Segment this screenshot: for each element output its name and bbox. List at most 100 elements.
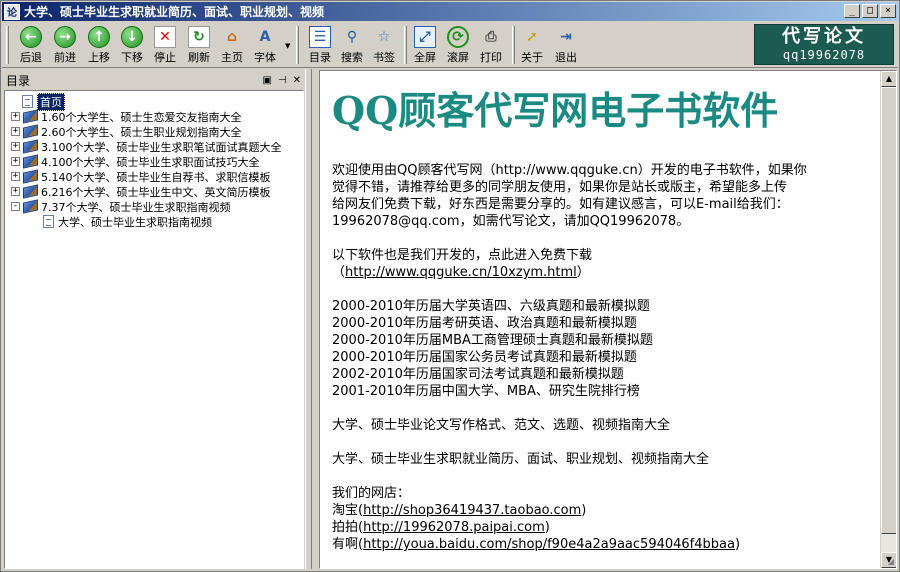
- window-controls: _ □ ×: [844, 4, 896, 18]
- back-arrow-icon: ←: [20, 26, 42, 48]
- software-item[interactable]: 2001-2010年历届中国大学、MBA、研究生院排行榜: [332, 383, 880, 400]
- tree-item-book-3[interactable]: + 3.100个大学、硕士毕业生求职笔试面试真题大全: [5, 139, 303, 154]
- shop-taobao: 淘宝(http://shop36419437.taobao.com): [332, 503, 587, 518]
- expand-toggle[interactable]: +: [11, 142, 20, 151]
- exit-button[interactable]: ⇥ 退出: [549, 25, 583, 65]
- back-label: 后退: [20, 51, 42, 64]
- move-down-label: 下移: [121, 51, 143, 64]
- shop-link[interactable]: http://youa.baidu.com/shop/f90e4a2a9aac5…: [363, 537, 735, 552]
- autoscroll-icon: ⟳: [447, 26, 469, 48]
- title-bar[interactable]: 论 大学、硕士毕业生求职就业简历、面试、职业规划、视频 _ □ ×: [2, 2, 898, 21]
- pane-pin-icon[interactable]: ⊣: [278, 75, 287, 86]
- maximize-button[interactable]: □: [862, 4, 878, 18]
- print-button[interactable]: ⎙ 打印: [474, 25, 508, 65]
- pane-splitter[interactable]: [305, 69, 312, 569]
- tree-item-book-6[interactable]: + 6.216个大学、硕士毕业生中文、英文简历模板: [5, 184, 303, 199]
- page-icon: [43, 215, 54, 228]
- move-up-button[interactable]: ↑ 上移: [82, 25, 116, 65]
- pane-close-icon[interactable]: ✕: [293, 75, 301, 86]
- minimize-button[interactable]: _: [844, 4, 860, 18]
- pane-controls: ▣ ⊣ ✕: [262, 75, 301, 86]
- home-label: 主页: [221, 51, 243, 64]
- move-down-button[interactable]: ↓ 下移: [115, 25, 149, 65]
- fullscreen-button[interactable]: ⤢ 全屏: [408, 25, 442, 65]
- intro-line: 19962078@qq.com，如需代写论文，请加QQ19962078。: [332, 214, 690, 229]
- scroll-thumb[interactable]: [881, 87, 896, 534]
- software-item[interactable]: 2002-2010年历届国家司法考试真题和最新模拟题: [332, 366, 880, 383]
- tree-item-book-1[interactable]: + 1.60个大学生、硕士生恋爱交友指南大全: [5, 109, 303, 124]
- job-paragraph: 大学、硕士毕业生求职就业简历、面试、职业规划、视频指南大全: [332, 451, 880, 468]
- font-button[interactable]: A 字体: [248, 25, 282, 65]
- pane-dock-icon[interactable]: ▣: [262, 75, 271, 86]
- contents-tree[interactable]: 首页 + 1.60个大学生、硕士生恋爱交友指南大全 + 2.60个大学生、硕士生…: [4, 90, 304, 569]
- brand-qq: qq19962078: [782, 48, 866, 62]
- download-text: 以下软件也是我们开发的，点此进入免费下载: [332, 248, 593, 263]
- tree-item-label: 3.100个大学、硕士毕业生求职笔试面试真题大全: [41, 140, 282, 154]
- scroll-up-button[interactable]: ▲: [881, 71, 896, 87]
- software-item[interactable]: 2000-2010年历届MBA工商管理硕士真题和最新模拟题: [332, 332, 880, 349]
- forward-button[interactable]: → 前进: [48, 25, 82, 65]
- software-list: 2000-2010年历届大学英语四、六级真题和最新模拟题 2000-2010年历…: [332, 298, 880, 400]
- expand-toggle[interactable]: +: [11, 172, 20, 181]
- search-icon: ⚲: [346, 29, 358, 45]
- printer-icon: ⎙: [485, 29, 497, 45]
- stop-button[interactable]: ✕ 停止: [148, 25, 182, 65]
- tree-item-label: 7.37个大学、硕士毕业生求职指南视频: [41, 200, 231, 214]
- shop-link[interactable]: http://19962078.paipai.com: [363, 520, 545, 535]
- collapse-toggle[interactable]: -: [11, 202, 20, 211]
- page-icon: [22, 95, 33, 108]
- toolbar-grip-3[interactable]: [404, 26, 407, 64]
- autoscroll-label: 滚屏: [447, 51, 469, 64]
- autoscroll-button[interactable]: ⟳ 滚屏: [441, 25, 475, 65]
- tree-item-video-guide[interactable]: 大学、硕士毕业生求职指南视频: [5, 214, 303, 229]
- refresh-button[interactable]: ↻ 刷新: [182, 25, 216, 65]
- tree-item-book-7[interactable]: - 7.37个大学、硕士毕业生求职指南视频: [5, 199, 303, 214]
- bookmark-label: 书签: [373, 51, 395, 64]
- job-text[interactable]: 大学、硕士毕业生求职就业简历、面试、职业规划、视频指南大全: [332, 451, 880, 468]
- back-button[interactable]: ← 后退: [14, 25, 48, 65]
- tree-item-book-5[interactable]: + 5.140个大学、硕士毕业生自荐书、求职信模板: [5, 169, 303, 184]
- home-icon: ⌂: [226, 29, 238, 45]
- vertical-scrollbar[interactable]: ▲ ▼: [880, 71, 896, 568]
- shop-name: 淘宝: [332, 503, 359, 518]
- fullscreen-label: 全屏: [414, 51, 436, 64]
- software-item[interactable]: 2000-2010年历届大学英语四、六级真题和最新模拟题: [332, 298, 880, 315]
- bookmark-button[interactable]: ☆ 书签: [367, 25, 401, 65]
- resize-grip-icon[interactable]: ◢: [888, 557, 894, 566]
- software-item[interactable]: 2000-2010年历届国家公务员考试真题和最新模拟题: [332, 349, 880, 366]
- about-button[interactable]: ➚ 关于: [515, 25, 549, 65]
- shop-link[interactable]: http://shop36419437.taobao.com: [363, 503, 581, 518]
- thesis-text[interactable]: 大学、硕士毕业论文写作格式、范文、选题、视频指南大全: [332, 417, 880, 434]
- shop-paipai: 拍拍(http://19962078.paipai.com): [332, 520, 550, 535]
- font-icon: A: [259, 29, 271, 45]
- tree-item-book-2[interactable]: + 2.60个大学生、硕士生职业规划指南大全: [5, 124, 303, 139]
- expand-toggle[interactable]: +: [11, 157, 20, 166]
- tree-item-home[interactable]: 首页: [5, 92, 303, 111]
- app-icon[interactable]: 论: [4, 3, 20, 20]
- home-button[interactable]: ⌂ 主页: [215, 25, 249, 65]
- intro-line: 觉得不错，请推荐给更多的同学朋友使用，如果你是站长或版主，希望能多上传: [332, 180, 788, 195]
- book-icon: [23, 124, 38, 139]
- font-dropdown-arrow-icon[interactable]: ▼: [285, 42, 290, 50]
- brand-banner[interactable]: 代写论文 qq19962078: [754, 24, 894, 65]
- refresh-icon: ↻: [188, 26, 210, 48]
- tree-item-book-4[interactable]: + 4.100个大学、硕士毕业生求职面试技巧大全: [5, 154, 303, 169]
- expand-toggle[interactable]: +: [11, 112, 20, 121]
- software-item[interactable]: 2000-2010年历届考研英语、政治真题和最新模拟题: [332, 315, 880, 332]
- shop-name: 有啊: [332, 537, 359, 552]
- search-button[interactable]: ⚲ 搜索: [335, 25, 369, 65]
- expand-toggle[interactable]: +: [11, 187, 20, 196]
- download-link[interactable]: http://www.qqguke.cn/10xzym.html: [345, 265, 577, 280]
- search-label: 搜索: [341, 51, 363, 64]
- book-icon: [23, 169, 38, 184]
- close-button[interactable]: ×: [880, 4, 896, 18]
- toolbar-grip-2[interactable]: [296, 26, 299, 64]
- contents-button[interactable]: ☰ 目录: [303, 25, 337, 65]
- content-body: QQ顾客代写网电子书软件 欢迎使用由QQ顾客代写网（http://www.qqg…: [332, 71, 880, 568]
- intro-line: 欢迎使用由QQ顾客代写网（http://www.qqguke.cn）开发的电子书…: [332, 163, 807, 178]
- toolbar-grip[interactable]: [6, 26, 9, 64]
- expand-toggle[interactable]: +: [11, 127, 20, 136]
- brand-title: 代写论文: [782, 26, 866, 47]
- tree-item-label: 6.216个大学、硕士毕业生中文、英文简历模板: [41, 185, 271, 199]
- tree-item-label: 5.140个大学、硕士毕业生自荐书、求职信模板: [41, 170, 271, 184]
